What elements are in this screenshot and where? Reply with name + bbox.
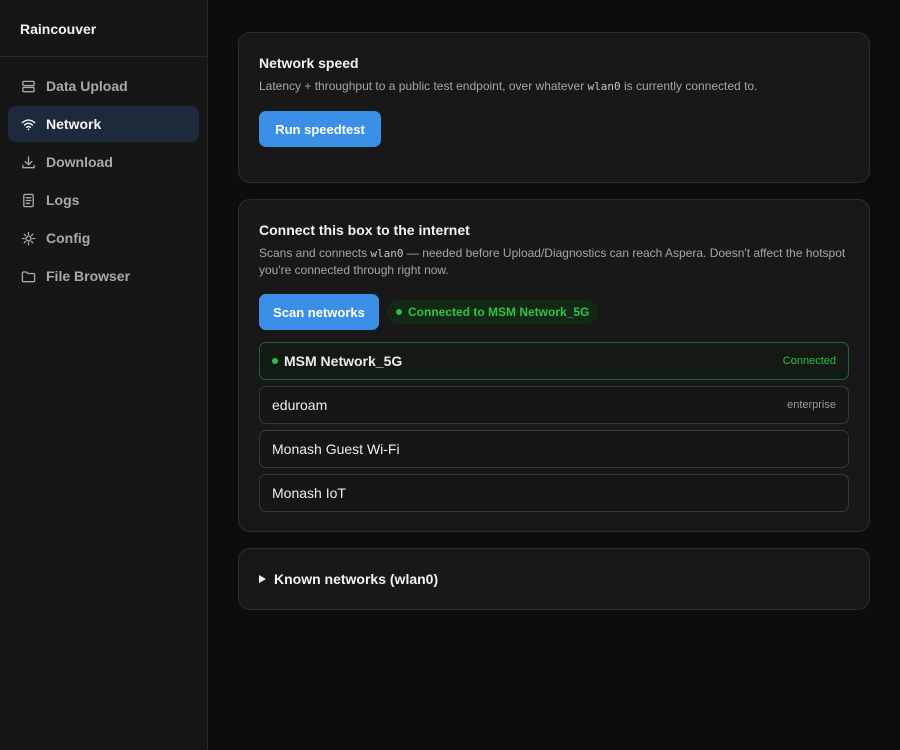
sidebar-item-logs[interactable]: Logs [8, 182, 199, 218]
sidebar-item-network[interactable]: Network [8, 106, 199, 142]
interface-code: wlan0 [370, 247, 404, 260]
known-networks-card: Known networks (wlan0) [238, 548, 870, 610]
sidebar: Raincouver Data Upload Network Download [0, 0, 208, 750]
desc-text: Scans and connects [259, 246, 371, 260]
connection-status-badge: Connected to MSM Network_5G [387, 300, 599, 324]
connected-dot-icon [272, 358, 278, 364]
download-icon [20, 154, 36, 170]
sidebar-item-label: Download [46, 154, 113, 170]
network-name: Monash IoT [272, 485, 346, 501]
brand-title: Raincouver [0, 0, 207, 57]
network-item[interactable]: eduroam enterprise [259, 386, 849, 424]
sidebar-item-label: Logs [46, 192, 80, 208]
network-name: MSM Network_5G [284, 353, 403, 369]
document-icon [20, 192, 36, 208]
card-title: Network speed [259, 55, 359, 71]
folder-icon [20, 268, 36, 284]
network-speed-card: Network speed Latency + throughput to a … [238, 32, 870, 183]
sidebar-item-label: Data Upload [46, 78, 128, 94]
connect-internet-card: Connect this box to the internet Scans a… [238, 199, 870, 532]
gear-icon [20, 230, 36, 246]
desc-text: Latency + throughput to a public test en… [259, 79, 588, 93]
network-item[interactable]: Monash IoT [259, 474, 849, 512]
sidebar-item-file-browser[interactable]: File Browser [8, 258, 199, 294]
network-name: Monash Guest Wi-Fi [272, 441, 400, 457]
sidebar-item-label: Config [46, 230, 91, 246]
card-description: Latency + throughput to a public test en… [259, 78, 849, 95]
known-networks-label: Known networks (wlan0) [274, 571, 439, 587]
interface-code: wlan0 [587, 80, 621, 93]
status-dot-icon [396, 309, 402, 315]
status-text: Connected to MSM Network_5G [408, 305, 590, 319]
scan-row: Scan networks Connected to MSM Network_5… [259, 294, 849, 330]
sidebar-item-data-upload[interactable]: Data Upload [8, 68, 199, 104]
app-root: Raincouver Data Upload Network Download [0, 0, 900, 750]
sidebar-nav: Data Upload Network Download Logs Config… [0, 57, 207, 294]
wifi-icon [20, 116, 36, 132]
card-title: Connect this box to the internet [259, 222, 470, 238]
desc-text: is currently connected to. [620, 79, 758, 93]
card-description: Scans and connects wlan0 — needed before… [259, 245, 849, 279]
network-name: eduroam [272, 397, 328, 413]
run-speedtest-button[interactable]: Run speedtest [259, 111, 381, 147]
sidebar-item-download[interactable]: Download [8, 144, 199, 180]
sidebar-item-label: File Browser [46, 268, 131, 284]
network-status: Connected [782, 355, 836, 367]
main-content: Network speed Latency + throughput to a … [208, 0, 900, 750]
known-networks-toggle[interactable]: Known networks (wlan0) [259, 571, 438, 587]
sidebar-item-label: Network [46, 116, 102, 132]
network-name-wrap: MSM Network_5G [272, 353, 402, 369]
sidebar-item-config[interactable]: Config [8, 220, 199, 256]
network-item[interactable]: MSM Network_5G Connected [259, 342, 849, 380]
scan-networks-button[interactable]: Scan networks [259, 294, 379, 330]
network-list: MSM Network_5G Connected eduroam enterpr… [259, 342, 849, 512]
network-security: enterprise [787, 399, 836, 411]
expand-triangle-icon [259, 575, 266, 583]
server-icon [20, 78, 36, 94]
network-item[interactable]: Monash Guest Wi-Fi [259, 430, 849, 468]
